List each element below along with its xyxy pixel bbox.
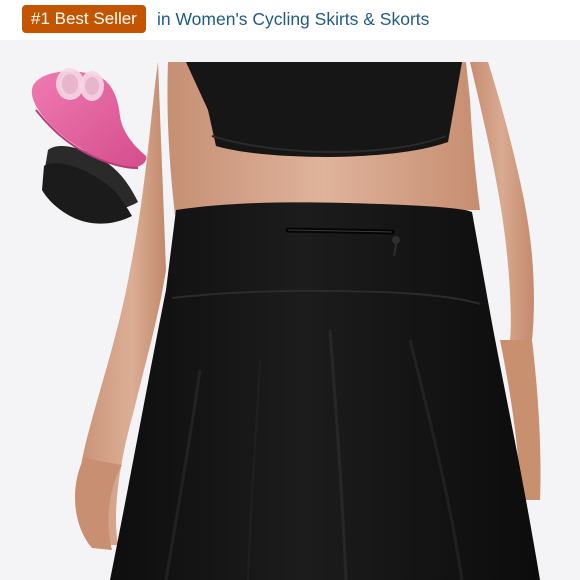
category-link[interactable]: in Women's Cycling Skirts & Skorts bbox=[157, 5, 429, 33]
product-image[interactable] bbox=[0, 40, 580, 580]
best-seller-badge: #1 Best Seller bbox=[22, 5, 146, 33]
listing-card: #1 Best Seller in Women's Cycling Skirts… bbox=[0, 0, 580, 580]
header-bar: #1 Best Seller in Women's Cycling Skirts… bbox=[0, 0, 580, 40]
padding-inset-illustration bbox=[31, 68, 147, 224]
product-photo bbox=[31, 62, 541, 580]
